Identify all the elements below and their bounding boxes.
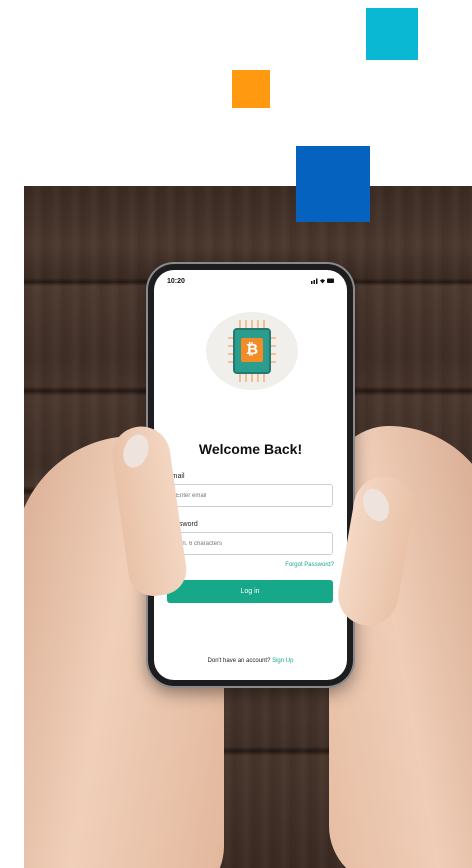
bitcoin-chip-icon: ₿ (233, 328, 271, 374)
phone-screen: 10:20 ₿ Welcome Back! Email Enter email … (154, 270, 347, 680)
phone-mockup: 10:20 ₿ Welcome Back! Email Enter email … (148, 264, 353, 686)
page-title: Welcome Back! (198, 441, 303, 457)
bitcoin-icon: ₿ (241, 338, 263, 362)
status-time: 10:20 (167, 278, 185, 285)
signup-link[interactable]: Sign Up (272, 658, 293, 664)
signup-prompt: Don't have an account? (207, 658, 273, 664)
signup-row: Don't have an account? Sign Up (154, 658, 347, 664)
password-field[interactable] (167, 532, 333, 555)
logo: ₿ (206, 312, 298, 390)
decorative-orange-square (232, 70, 270, 108)
decorative-cyan-square (366, 8, 418, 60)
status-icons (311, 277, 335, 286)
hero-photo: 10:20 ₿ Welcome Back! Email Enter email … (24, 186, 472, 868)
forgot-password-link[interactable]: Forgot Password? (285, 562, 334, 568)
status-bar: 10:20 (154, 276, 347, 290)
email-field[interactable] (167, 484, 333, 507)
login-button[interactable]: Log in (167, 580, 333, 603)
decorative-blue-square (296, 146, 370, 222)
